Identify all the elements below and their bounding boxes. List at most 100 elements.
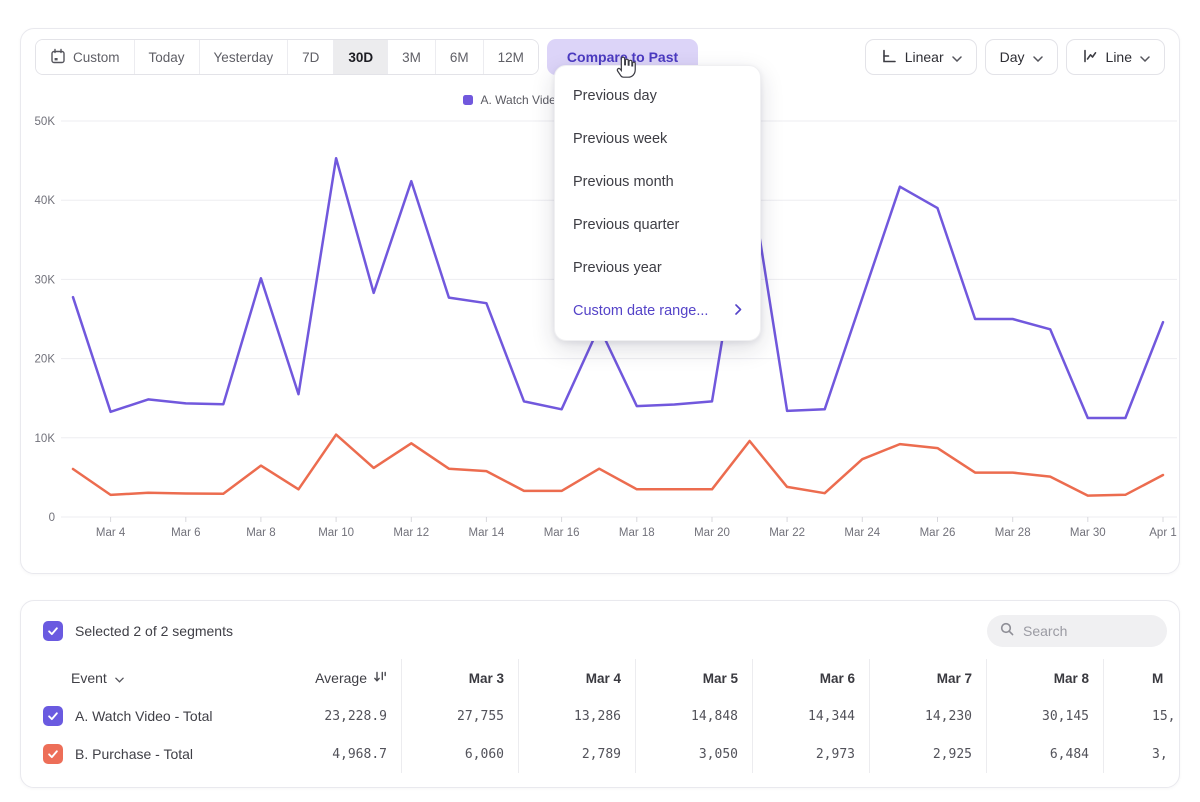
y-axis-tick-label: 50K: [35, 116, 56, 128]
date-range-group: Custom Today Yesterday 7D 30D 3M 6M 12M: [35, 39, 539, 75]
custom-range-label: Custom date range...: [573, 303, 708, 319]
range-button-3m[interactable]: 3M: [387, 40, 435, 74]
day-column-header[interactable]: Mar 3: [401, 659, 518, 697]
average-value: 23,228.9: [324, 709, 387, 724]
segments-table: Event Average Mar 3Mar 4Mar 5Mar 6Mar 7M…: [21, 659, 1179, 773]
range-label: Today: [149, 50, 185, 65]
chevron-down-icon: [952, 49, 962, 65]
x-axis-tick-label: Mar 22: [769, 527, 805, 539]
chart-options-group: Linear Day Line: [865, 39, 1165, 75]
segment-checkbox[interactable]: [43, 744, 63, 764]
chart-type-select[interactable]: Line: [1066, 39, 1165, 75]
segment-cell: A. Watch Video - Total: [43, 706, 268, 726]
segment-label: A. Watch Video - Total: [75, 708, 212, 724]
segments-header: Selected 2 of 2 segments: [43, 613, 1167, 649]
x-axis-tick-label: Mar 12: [393, 527, 429, 539]
x-axis-tick-label: Mar 26: [920, 527, 956, 539]
chart-card: CustomTodayYesterday7D30D3M6M12M Compare…: [20, 28, 1180, 574]
select-all-checkbox[interactable]: [43, 621, 63, 641]
day-value: 2,973: [816, 747, 855, 762]
x-axis-tick-label: Mar 20: [694, 527, 730, 539]
calendar-icon: [50, 48, 66, 67]
scale-select[interactable]: Linear: [865, 39, 977, 75]
x-axis-tick-label: Mar 10: [318, 527, 354, 539]
x-axis-tick-label: Mar 24: [844, 527, 880, 539]
table-row: A. Watch Video - Total 23,228.9 27,755 13,2…: [21, 697, 1179, 735]
x-axis-tick-label: Mar 14: [469, 527, 505, 539]
range-label: 7D: [302, 50, 319, 65]
segment-label: B. Purchase - Total: [75, 746, 193, 762]
menu-item-previous-month[interactable]: Previous month: [555, 160, 760, 203]
day-column-header[interactable]: Mar 8: [986, 659, 1103, 697]
range-label: 3M: [402, 50, 421, 65]
y-axis-tick-label: 30K: [35, 274, 56, 286]
range-button-today[interactable]: Today: [134, 40, 199, 74]
y-axis-tick-label: 0: [49, 512, 55, 524]
table-row: B. Purchase - Total 4,968.7 6,060 2,789 3,05…: [21, 735, 1179, 773]
search-icon: [999, 621, 1015, 642]
day-value: 2,925: [933, 747, 972, 762]
segment-cell: B. Purchase - Total: [43, 744, 268, 764]
x-axis-tick-label: Mar 8: [246, 527, 275, 539]
menu-item-previous-day[interactable]: Previous day: [555, 74, 760, 117]
day-column-header[interactable]: Mar 4: [518, 659, 635, 697]
menu-item-custom-date-range[interactable]: Custom date range...: [555, 289, 760, 332]
range-button-7d[interactable]: 7D: [287, 40, 333, 74]
day-value: 6,060: [465, 747, 504, 762]
linear-axis-icon: [880, 48, 897, 67]
legend-swatch: [463, 95, 473, 105]
y-axis-tick-label: 20K: [35, 354, 56, 366]
range-label: 30D: [348, 50, 373, 65]
interval-select[interactable]: Day: [985, 39, 1058, 75]
chart-type-label: Line: [1106, 49, 1132, 65]
x-axis-tick-label: Mar 28: [995, 527, 1031, 539]
day-value: 13,286: [574, 709, 621, 724]
day-column-header[interactable]: Mar 5: [635, 659, 752, 697]
chevron-down-icon: [1033, 49, 1043, 65]
chevron-down-icon: [1140, 49, 1150, 65]
chevron-right-icon: [735, 303, 742, 319]
sort-descending-icon: [373, 670, 387, 686]
day-value: 2,789: [582, 747, 621, 762]
menu-item-previous-quarter[interactable]: Previous quarter: [555, 203, 760, 246]
day-column-header[interactable]: Mar 6: [752, 659, 869, 697]
range-button-12m[interactable]: 12M: [483, 40, 538, 74]
range-label: Yesterday: [214, 50, 274, 65]
range-button-6m[interactable]: 6M: [435, 40, 483, 74]
day-value: 14,344: [808, 709, 855, 724]
day-value: 14,230: [925, 709, 972, 724]
day-value: 27,755: [457, 709, 504, 724]
search-input[interactable]: [1023, 623, 1153, 639]
range-button-30d[interactable]: 30D: [333, 40, 387, 74]
x-axis-tick-label: Apr 1: [1149, 527, 1177, 539]
day-value: 30,145: [1042, 709, 1089, 724]
menu-item-previous-year[interactable]: Previous year: [555, 246, 760, 289]
partial-day-value: 15,: [1152, 709, 1175, 724]
day-column-header[interactable]: Mar 7: [869, 659, 986, 697]
x-axis-tick-label: Mar 30: [1070, 527, 1106, 539]
average-column-header[interactable]: Average: [268, 670, 401, 686]
search-box[interactable]: [987, 615, 1167, 647]
day-value: 14,848: [691, 709, 738, 724]
day-value: 6,484: [1050, 747, 1089, 762]
scale-label: Linear: [905, 49, 944, 65]
range-button-custom[interactable]: Custom: [36, 40, 134, 74]
event-column-header[interactable]: Event: [43, 670, 268, 686]
x-axis-tick-label: Mar 6: [171, 527, 200, 539]
range-button-yesterday[interactable]: Yesterday: [199, 40, 288, 74]
range-label: Custom: [73, 50, 120, 65]
segments-table-card: Selected 2 of 2 segments Event Average: [20, 600, 1180, 788]
compare-to-past-menu: Previous dayPrevious weekPrevious monthP…: [554, 65, 761, 341]
menu-item-previous-week[interactable]: Previous week: [555, 117, 760, 160]
x-axis-tick-label: Mar 16: [544, 527, 580, 539]
range-label: 6M: [450, 50, 469, 65]
line-chart-icon: [1081, 48, 1098, 67]
series-line-purchase[interactable]: [73, 435, 1163, 496]
selected-segments-label: Selected 2 of 2 segments: [75, 623, 233, 639]
average-header-label: Average: [315, 670, 367, 686]
average-value: 4,968.7: [332, 747, 387, 762]
range-label: 12M: [498, 50, 524, 65]
y-axis-tick-label: 10K: [35, 433, 56, 445]
segment-checkbox[interactable]: [43, 706, 63, 726]
day-value: 3,050: [699, 747, 738, 762]
